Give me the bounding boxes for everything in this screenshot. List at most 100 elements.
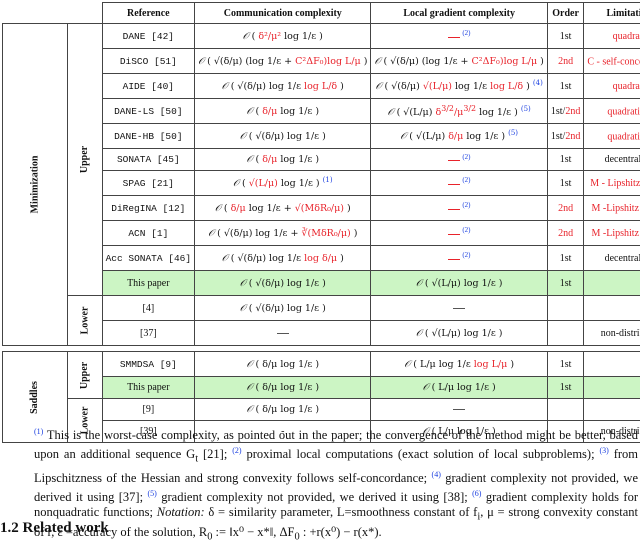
subgroup-upper: Upper <box>67 24 102 296</box>
cell-order: 1st <box>547 171 583 196</box>
cell-gradient: 𝒪 ( L/μ log 1/ε log L/μ ) <box>371 352 547 377</box>
cell-communication: 𝒪 ( δ/μ log 1/ε ) <box>195 399 371 421</box>
cell-order: 1st/2nd <box>547 124 583 149</box>
cell-order <box>547 296 583 321</box>
footnote-marker: (3) <box>599 446 608 455</box>
cell-reference: AIDE [40] <box>102 74 195 99</box>
header-blank <box>67 3 102 24</box>
cell-reference: DANE-HB [50] <box>102 124 195 149</box>
cell-communication: 𝒪 ( √(δ/μ) log 1/ε log δ/μ ) <box>195 246 371 271</box>
table-row: Minimization Upper DANE [42] 𝒪 ( δ²/μ² l… <box>3 24 640 49</box>
notation-label: Notation: <box>157 505 205 519</box>
header-blank <box>3 3 68 24</box>
cell-communication: 𝒪 ( √(L/μ) log 1/ε ) (1) <box>195 171 371 196</box>
cell-reference: DANE [42] <box>102 24 195 49</box>
cell-gradient <box>371 296 547 321</box>
cell-communication: 𝒪 ( √(δ/μ) log 1/ε ) <box>195 296 371 321</box>
cell-gradient: (2) <box>371 24 547 49</box>
header-order: Order <box>547 3 583 24</box>
cell-reference: This paper <box>102 271 195 296</box>
cell-gradient: (2) <box>371 171 547 196</box>
cell-reference: DiRegINA [12] <box>102 196 195 221</box>
header-limitations: Limitations <box>584 3 640 24</box>
cell-reference: [4] <box>102 296 195 321</box>
cell-order: 1st/2nd <box>547 99 583 124</box>
cell-order: 2nd <box>547 196 583 221</box>
cell-limitation: quadratic <box>584 24 640 49</box>
cell-limitation: M -Lipshitz hessian <box>584 221 640 246</box>
cell-limitation: quadratic (6) <box>584 99 640 124</box>
table-row: Saddles Upper SMMDSA [9] 𝒪 ( δ/μ log 1/ε… <box>3 352 640 377</box>
cell-limitation <box>584 399 640 421</box>
cell-reference: DiSCO [51] <box>102 49 195 74</box>
cell-gradient: 𝒪 ( √(L/μ) log 1/ε ) <box>371 271 547 296</box>
cell-order: 2nd <box>547 49 583 74</box>
cell-limitation: quadratic (6) <box>584 124 640 149</box>
cell-order: 1st <box>547 149 583 171</box>
cell-order: 2nd <box>547 221 583 246</box>
cell-communication: 𝒪 ( √(δ/μ) log 1/ε log L/δ ) <box>195 74 371 99</box>
cell-communication: 𝒪 ( √(δ/μ) log 1/ε ) <box>195 124 371 149</box>
cell-reference: SMMDSA [9] <box>102 352 195 377</box>
cell-limitation: M - Lipshitz hessian <box>584 171 640 196</box>
cell-gradient: (2) <box>371 149 547 171</box>
cell-gradient: 𝒪 ( √(L/μ) δ3/2/μ3/2 log 1/ε ) (5) <box>371 99 547 124</box>
cell-gradient: (2) <box>371 246 547 271</box>
paper-page: Reference Communication complexity Local… <box>0 0 640 529</box>
cell-gradient: 𝒪 ( √(δ/μ) (log 1/ε + C²ΔF₀)log L/μ ) <box>371 49 547 74</box>
cell-order: 1st <box>547 24 583 49</box>
cell-reference: SPAG [21] <box>102 171 195 196</box>
cell-gradient: 𝒪 ( √(L/μ) log 1/ε ) <box>371 321 547 346</box>
cell-reference: This paper <box>102 377 195 399</box>
cell-order <box>547 399 583 421</box>
cell-communication: 𝒪 ( δ/μ log 1/ε ) <box>195 377 371 399</box>
cell-limitation <box>584 271 640 296</box>
cell-reference: ACN [1] <box>102 221 195 246</box>
cell-limitation: decentralized <box>584 246 640 271</box>
cell-communication <box>195 321 371 346</box>
cell-order: 1st <box>547 74 583 99</box>
cell-limitation: M -Lipshitz hessian <box>584 196 640 221</box>
table-row: Lower [9] 𝒪 ( δ/μ log 1/ε ) <box>3 399 640 421</box>
cell-limitation: non-distributed <box>584 321 640 346</box>
cell-communication: 𝒪 ( √(δ/μ) log 1/ε + ∛(MδR₀/μ) ) <box>195 221 371 246</box>
cell-limitation <box>584 377 640 399</box>
footnote-marker: (1) <box>34 427 43 436</box>
cell-gradient: 𝒪 ( L/μ log 1/ε ) <box>371 377 547 399</box>
cell-order: 1st <box>547 352 583 377</box>
cell-reference: [9] <box>102 399 195 421</box>
cell-gradient: (2) <box>371 221 547 246</box>
cell-reference: [37] <box>102 321 195 346</box>
comparison-table: Reference Communication complexity Local… <box>2 2 640 443</box>
cell-order: 1st <box>547 246 583 271</box>
cell-limitation <box>584 352 640 377</box>
cell-communication: 𝒪 ( δ/μ log 1/ε + √(MδR₀/μ) ) <box>195 196 371 221</box>
footnote-marker: (5) <box>148 489 157 498</box>
cell-order: 1st <box>547 271 583 296</box>
cell-reference: DANE-LS [50] <box>102 99 195 124</box>
cell-order <box>547 321 583 346</box>
cell-limitation: quadratic <box>584 74 640 99</box>
cell-gradient: (2) <box>371 196 547 221</box>
cell-gradient: 𝒪 ( √(δ/μ) √(L/μ) log 1/ε log L/δ ) (4) <box>371 74 547 99</box>
cell-reference: Acc SONATA [46] <box>102 246 195 271</box>
subgroup-lower: Lower <box>67 296 102 346</box>
header-gradient: Local gradient complexity <box>371 3 547 24</box>
cell-limitation: C - self-concordant (3) <box>584 49 640 74</box>
cell-communication: 𝒪 ( √(δ/μ) (log 1/ε + C²ΔF₀)log L/μ ) <box>195 49 371 74</box>
cell-limitation <box>584 296 640 321</box>
footnote-marker: (2) <box>232 446 241 455</box>
subgroup-upper: Upper <box>67 352 102 399</box>
cell-gradient <box>371 399 547 421</box>
cell-order: 1st <box>547 377 583 399</box>
table-row: Lower [4] 𝒪 ( √(δ/μ) log 1/ε ) <box>3 296 640 321</box>
cell-communication: 𝒪 ( δ/μ log 1/ε ) <box>195 99 371 124</box>
cell-communication: 𝒪 ( δ/μ log 1/ε ) <box>195 352 371 377</box>
cell-communication: 𝒪 ( δ/μ log 1/ε ) <box>195 149 371 171</box>
group-minimization: Minimization <box>3 24 68 346</box>
header-communication: Communication complexity <box>195 3 371 24</box>
cell-gradient: 𝒪 ( √(L/μ) δ/μ log 1/ε ) (5) <box>371 124 547 149</box>
cell-limitation: decentralized <box>584 149 640 171</box>
header-reference: Reference <box>102 3 195 24</box>
cell-communication: 𝒪 ( √(δ/μ) log 1/ε ) <box>195 271 371 296</box>
